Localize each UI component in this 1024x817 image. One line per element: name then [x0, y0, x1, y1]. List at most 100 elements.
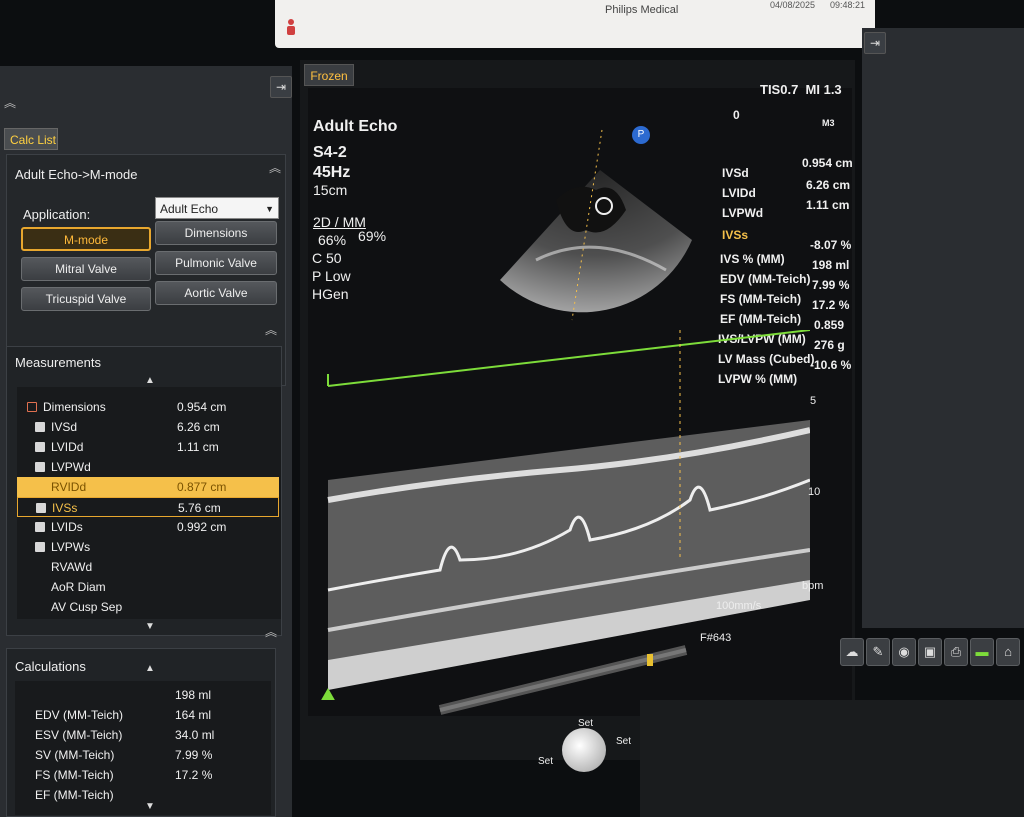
scroll-down-icon[interactable]: ▼ [145, 801, 155, 812]
list-item[interactable]: EF (MM-Teich) [15, 785, 271, 805]
list-item[interactable]: LVIDd 1.11 cm [17, 437, 279, 457]
bpm-label: bpm [802, 580, 824, 592]
collapse-chevron-icon[interactable]: ︽ [269, 159, 281, 176]
expand-toggle-icon[interactable] [35, 442, 45, 452]
result-name: EF (MM-Teich) [720, 312, 802, 326]
list-item[interactable]: FS (MM-Teich) 17.2 % [15, 765, 271, 785]
result-value: -10.6 % [810, 358, 852, 372]
probe-orientation-icon: P [632, 126, 650, 144]
expand-toggle-icon[interactable] [35, 422, 45, 432]
frame-number: F#643 [700, 632, 732, 644]
dimensions-button[interactable]: Dimensions [155, 221, 277, 245]
2d-sector-image [500, 129, 692, 321]
battery-icon[interactable]: ▬ [970, 638, 994, 666]
probe-label: S4-2 [313, 144, 347, 161]
tab-calc-list[interactable]: Calc List [4, 128, 58, 150]
list-item[interactable]: Dimensions 0.954 cm [17, 397, 279, 417]
gain-mm-label: 69% [358, 228, 387, 244]
patient-icon[interactable]: ▣ [918, 638, 942, 666]
frozen-status-tab[interactable]: Frozen [304, 64, 354, 86]
list-item[interactable]: 198 ml [15, 685, 271, 705]
result-value: -8.07 % [810, 238, 852, 252]
list-item[interactable]: AV Cusp Sep [17, 597, 279, 617]
list-item[interactable]: LVPWd [17, 457, 279, 477]
pin-icon[interactable]: ⇥ [270, 76, 292, 98]
aortic-valve-button[interactable]: Aortic Valve [155, 281, 277, 305]
network-icon[interactable]: ⌂ [996, 638, 1020, 666]
collapse-chevron-icon[interactable]: ︽ [265, 623, 277, 640]
sweep-speed-label: 100mm/s [716, 600, 762, 612]
result-name-active: IVSs [722, 228, 749, 242]
depth-label: 15cm [313, 182, 348, 198]
vendor-label: Philips Medical [605, 4, 679, 16]
list-item[interactable]: ESV (MM-Teich) 34.0 ml [15, 725, 271, 745]
depth-scale-0: 0 [733, 108, 740, 122]
wrench-icon[interactable]: ✎ [866, 638, 890, 666]
result-name: EDV (MM-Teich) [720, 272, 811, 286]
probe-icon[interactable]: ☁ [840, 638, 864, 666]
expand-toggle-icon[interactable] [35, 542, 45, 552]
globe-icon[interactable]: ◉ [892, 638, 916, 666]
expand-toggle-icon[interactable] [35, 462, 45, 472]
depth-scale-5: 5 [810, 395, 817, 407]
set-control: Set Set Set [538, 716, 638, 796]
mmode-button[interactable]: M-mode [21, 227, 151, 251]
mitral-valve-button[interactable]: Mitral Valve [21, 257, 151, 281]
set-label-right: Set [616, 736, 632, 747]
result-name: FS (MM-Teich) [720, 292, 802, 306]
result-value: 0.859 [814, 318, 845, 332]
list-item[interactable]: SV (MM-Teich) 7.99 % [15, 745, 271, 765]
expand-toggle-icon[interactable] [35, 522, 45, 532]
set-label-left: Set [538, 756, 554, 767]
compression-label: C 50 [312, 250, 342, 266]
power-label: P Low [312, 268, 351, 284]
application-label: Application: [23, 207, 91, 222]
frequency-label: HGen [312, 286, 349, 302]
list-item[interactable]: IVSd 6.26 cm [17, 417, 279, 437]
scroll-up-icon[interactable]: ▲ [145, 663, 155, 674]
gain-2d-label: 66% [318, 232, 347, 248]
chevron-down-icon: ▼ [265, 204, 274, 214]
left-panel: ⇥ ︽ Calc List Adult Echo->M-mode ︽ Appli… [0, 66, 292, 817]
result-value: 276 g [814, 338, 845, 352]
collapse-chevron-icon[interactable]: ︽ [265, 321, 277, 338]
result-value: 7.99 % [812, 278, 850, 292]
scroll-down-icon[interactable]: ▼ [145, 621, 155, 632]
exam-label: Adult Echo [313, 118, 398, 135]
measurements-title: Measurements [15, 355, 101, 370]
result-value: 1.11 cm [806, 198, 850, 212]
date-label: 04/08/2025 [770, 0, 816, 10]
top-header-bar: Philips Medical 04/08/2025 09:48:21 [275, 0, 875, 48]
application-select[interactable]: Adult Echo ▼ [155, 197, 279, 219]
result-value: 198 ml [812, 258, 850, 272]
list-item[interactable]: RVAWd [17, 557, 279, 577]
trackball-icon[interactable] [562, 728, 606, 772]
print-icon[interactable]: ⎙ [944, 638, 968, 666]
tis-mi-readout: TIS0.7 MI 1.3 [760, 82, 842, 97]
list-item-selected[interactable]: RVIDd 0.877 cm [17, 477, 279, 497]
system-toolbar: ☁ ✎ ◉ ▣ ⎙ ▬ ⌂ [840, 638, 1020, 674]
pulmonic-valve-button[interactable]: Pulmonic Valve [155, 251, 277, 275]
collapse-chevron-icon[interactable]: ︽ [4, 94, 16, 111]
m3-label: M3 [822, 118, 835, 128]
patient-icon [287, 19, 295, 35]
list-item[interactable]: EDV (MM-Teich) 164 ml [15, 705, 271, 725]
collapse-toggle-icon[interactable] [27, 402, 37, 412]
result-name: IVSd [722, 166, 749, 180]
result-name: LVIDd [722, 186, 756, 200]
pin-icon[interactable]: ⇥ [864, 32, 886, 54]
calculations-title: Calculations [15, 659, 86, 674]
calculations-section: ︽ Calculations ▲ 198 ml EDV (MM-Teich) 1… [6, 625, 277, 817]
calculations-list: 198 ml EDV (MM-Teich) 164 ml ESV (MM-Tei… [15, 681, 271, 815]
tricuspid-valve-button[interactable]: Tricuspid Valve [21, 287, 151, 311]
time-label: 09:48:21 [830, 0, 866, 10]
list-item[interactable]: LVIDs 0.992 cm [17, 517, 279, 537]
list-item[interactable]: LVPWs [17, 537, 279, 557]
scroll-up-icon[interactable]: ▲ [145, 375, 155, 386]
list-item[interactable]: IVSs 5.76 cm [17, 497, 279, 517]
result-name: IVS % (MM) [720, 252, 785, 266]
expand-toggle-icon[interactable] [36, 503, 46, 513]
list-item[interactable]: AoR Diam [17, 577, 279, 597]
result-value: 17.2 % [812, 298, 850, 312]
result-name: LVPWd [722, 206, 764, 220]
